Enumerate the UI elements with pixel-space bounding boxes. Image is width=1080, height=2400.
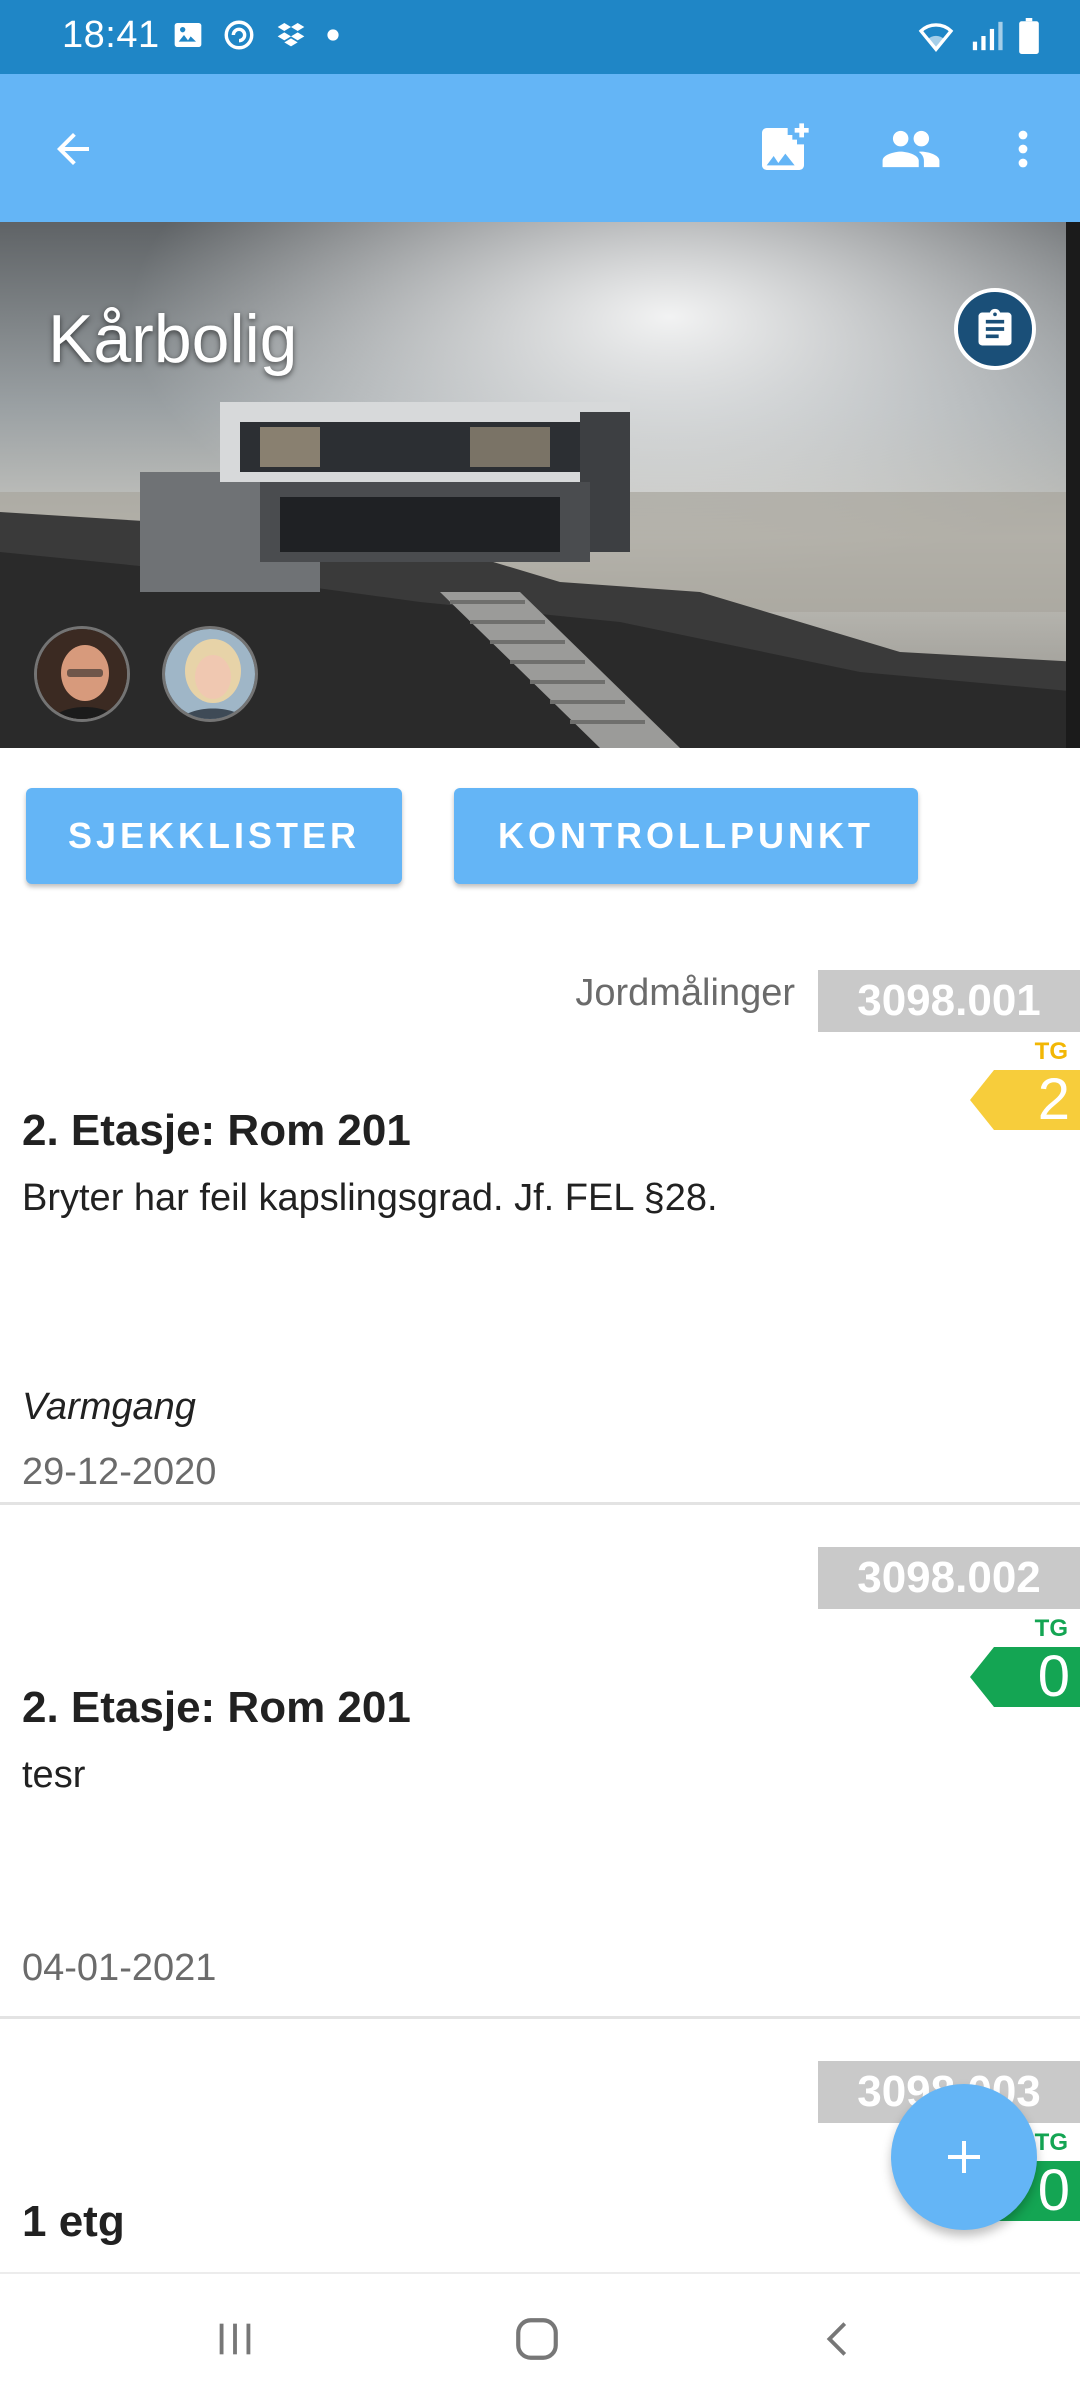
recents-icon[interactable] xyxy=(200,2304,270,2374)
item-code-badge: 3098.001 xyxy=(818,970,1080,1032)
list-item[interactable]: 3098.002 TG 0 2. Etasje: Rom 201 tesr 04… xyxy=(0,1505,1080,2019)
add-button[interactable] xyxy=(891,2084,1037,2230)
dot-icon xyxy=(326,28,340,47)
item-title: 1 etg xyxy=(22,2197,125,2246)
project-title: Kårbolig xyxy=(48,301,298,377)
add-photo-icon[interactable] xyxy=(748,114,818,184)
clipboard-icon[interactable] xyxy=(954,288,1036,370)
tg-label: TG xyxy=(1034,1038,1068,1065)
tg-value: 0 xyxy=(1037,1644,1070,1709)
status-icons-right xyxy=(916,18,1040,59)
plus-icon xyxy=(948,2141,980,2173)
back-icon[interactable] xyxy=(804,2304,874,2374)
wifi-icon xyxy=(916,19,956,58)
system-nav-bar xyxy=(0,2272,1080,2400)
list-item[interactable]: Jordmålinger 3098.001 TG 2 2. Etasje: Ro… xyxy=(0,956,1080,1505)
item-date: 29-12-2020 xyxy=(22,1451,217,1493)
item-category: Jordmålinger xyxy=(575,972,795,1014)
item-description: tesr xyxy=(22,1754,86,1796)
image-icon xyxy=(172,19,204,56)
item-description: Bryter har feil kapslingsgrad. Jf. FEL §… xyxy=(22,1177,718,1219)
sync-icon xyxy=(222,18,256,57)
item-date: 04-01-2021 xyxy=(22,1947,217,1989)
item-title: 2. Etasje: Rom 201 xyxy=(22,1683,411,1732)
app-bar xyxy=(0,74,1080,222)
project-hero-image: Kårbolig xyxy=(0,222,1080,748)
item-subtitle: Varmgang xyxy=(22,1386,196,1428)
status-bar: 18:41 xyxy=(0,0,1080,74)
tg-label: TG xyxy=(1034,2129,1068,2156)
tg-label: TG xyxy=(1034,1615,1068,1642)
home-icon[interactable] xyxy=(502,2304,572,2374)
checkpoint-button[interactable]: KONTROLLPUNKT xyxy=(454,788,918,884)
tg-value: 0 xyxy=(1037,2158,1070,2223)
item-code-badge: 3098.002 xyxy=(818,1547,1080,1609)
item-title: 2. Etasje: Rom 201 xyxy=(22,1106,411,1155)
avatar-man[interactable] xyxy=(34,626,130,722)
tg-value: 2 xyxy=(1037,1067,1070,1132)
status-time: 18:41 xyxy=(62,14,160,56)
more-vert-icon[interactable] xyxy=(988,114,1058,184)
checklists-button[interactable]: SJEKKLISTER xyxy=(26,788,402,884)
battery-icon xyxy=(1018,18,1040,59)
people-icon[interactable] xyxy=(876,114,946,184)
signal-icon xyxy=(970,19,1004,58)
avatar-woman[interactable] xyxy=(162,626,258,722)
dropbox-icon xyxy=(274,19,308,56)
back-arrow-icon[interactable] xyxy=(38,114,108,184)
status-icons-left xyxy=(172,18,340,57)
